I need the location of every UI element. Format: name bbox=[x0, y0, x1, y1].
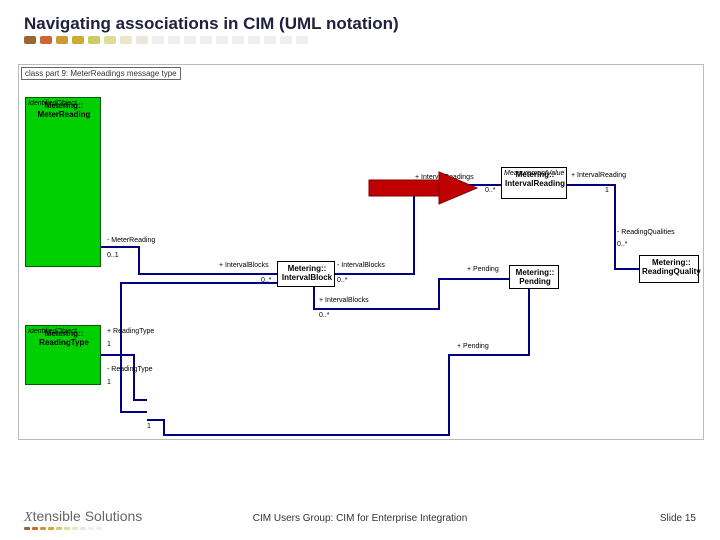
logo-underline bbox=[24, 527, 102, 530]
mult-label: 0..* bbox=[337, 277, 348, 284]
class-reading-type: IdentifiedObject Metering:: ReadingType bbox=[25, 325, 101, 385]
footer-center: CIM Users Group: CIM for Enterprise Inte… bbox=[0, 513, 720, 524]
class-reading-quality: Metering:: ReadingQuality bbox=[639, 255, 699, 283]
mult-label: 1 bbox=[107, 341, 111, 348]
mult-label: 0..* bbox=[261, 277, 272, 284]
class-pending: Metering:: Pending bbox=[509, 265, 559, 289]
slide-title: Navigating associations in CIM (UML nota… bbox=[0, 0, 720, 36]
role-label: + IntervalBlocks bbox=[319, 297, 369, 304]
role-label: - ReadingType bbox=[107, 366, 153, 373]
title-underline-dashes bbox=[24, 36, 720, 44]
mult-label: 1 bbox=[147, 423, 151, 430]
role-label: + ReadingType bbox=[107, 328, 154, 335]
slide-number: Slide 15 bbox=[660, 513, 696, 524]
class-name: Metering:: MeterReading bbox=[28, 101, 100, 119]
class-name: Metering:: ReadingType bbox=[28, 329, 100, 347]
role-label: - MeterReading bbox=[107, 237, 155, 244]
role-label: - ReadingQualities bbox=[617, 229, 675, 236]
mult-label: 1 bbox=[605, 187, 609, 194]
package-label: class part 9: MeterReadings message type bbox=[21, 67, 181, 80]
role-label: + IntervalReading bbox=[571, 172, 626, 179]
class-interval-block: Metering:: IntervalBlock bbox=[277, 261, 335, 287]
class-name: Metering:: Pending bbox=[512, 268, 558, 286]
class-name: Metering:: IntervalReading bbox=[504, 170, 566, 188]
mult-label: 0..* bbox=[617, 241, 628, 248]
mult-label: 0..1 bbox=[107, 252, 119, 259]
mult-label: 1 bbox=[107, 379, 111, 386]
role-label: + Pending bbox=[457, 343, 489, 350]
class-meter-reading: IdentifiedObject Metering:: MeterReading bbox=[25, 97, 101, 267]
role-label: + Pending bbox=[467, 266, 499, 273]
class-name: Metering:: ReadingQuality bbox=[642, 258, 701, 276]
role-label: - IntervalBlocks bbox=[337, 262, 385, 269]
footer: Xtensible Solutions CIM Users Group: CIM… bbox=[0, 490, 720, 540]
uml-diagram: class part 9: MeterReadings message type… bbox=[18, 64, 704, 440]
class-name: Metering:: IntervalBlock bbox=[280, 264, 334, 282]
uml-connectors bbox=[19, 65, 703, 439]
mult-label: 0..* bbox=[485, 187, 496, 194]
role-label: + IntervalBlocks bbox=[219, 262, 269, 269]
mult-label: 0..* bbox=[319, 312, 330, 319]
class-interval-reading: MeasurementValue Metering:: IntervalRead… bbox=[501, 167, 567, 199]
